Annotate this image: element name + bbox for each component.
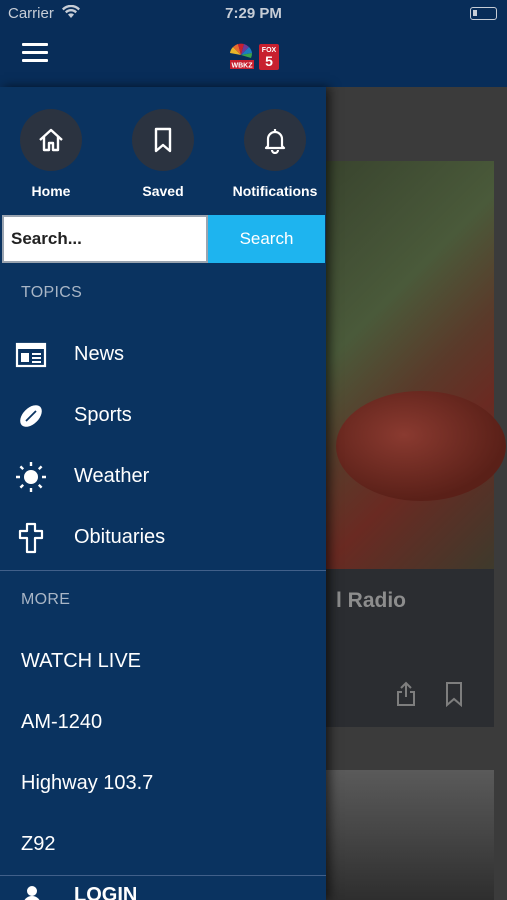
- notifications-label: Notifications: [232, 183, 318, 199]
- top-nav-bar: WBKZ FOX 5: [0, 28, 507, 87]
- hamburger-menu-icon[interactable]: [22, 43, 48, 63]
- cross-icon: [18, 522, 44, 554]
- topic-news[interactable]: News: [0, 325, 326, 386]
- user-icon: [24, 886, 40, 900]
- topic-weather[interactable]: Weather: [0, 447, 326, 508]
- bookmark-icon[interactable]: [444, 681, 464, 707]
- home-icon: [39, 128, 63, 152]
- topic-obituaries[interactable]: Obituaries: [0, 508, 326, 569]
- more-item-watch-live[interactable]: WATCH LIVE: [21, 650, 141, 673]
- battery-icon: [470, 7, 497, 20]
- football-icon: [20, 405, 42, 427]
- home-button[interactable]: Home: [0, 109, 106, 199]
- search-field[interactable]: [2, 215, 208, 263]
- home-icon-circle: [20, 109, 82, 171]
- divider: [0, 875, 326, 876]
- notifications-icon-circle: [244, 109, 306, 171]
- bookmark-icon: [154, 127, 172, 153]
- feed-background: l Radio: [326, 87, 507, 900]
- home-label: Home: [31, 183, 71, 199]
- login-label: LOGIN: [74, 884, 138, 900]
- topic-news-label: News: [74, 343, 125, 365]
- topic-sports-label: Sports: [74, 404, 132, 426]
- football-image: [336, 391, 506, 501]
- topics-heading: TOPICS: [21, 284, 83, 301]
- share-icon[interactable]: [396, 681, 416, 707]
- article-footer: l Radio: [326, 569, 494, 727]
- topic-sports[interactable]: Sports: [0, 386, 326, 447]
- topic-obituaries-label: Obituaries: [74, 526, 166, 548]
- station-logo: WBKZ FOX 5: [230, 43, 279, 70]
- svg-text:5: 5: [265, 53, 273, 69]
- notifications-button[interactable]: Notifications: [220, 109, 330, 199]
- more-item-highway-103-7[interactable]: Highway 103.7: [21, 772, 153, 795]
- saved-icon-circle: [132, 109, 194, 171]
- status-bar: Carrier 7:29 PM: [0, 0, 507, 28]
- svg-text:WBKZ: WBKZ: [232, 63, 254, 70]
- article-image: [326, 161, 506, 569]
- divider: [0, 570, 326, 571]
- navigation-drawer: Home Saved Notifications Search TOPICS N…: [0, 87, 326, 900]
- more-item-z92[interactable]: Z92: [21, 833, 55, 856]
- bell-icon: [264, 129, 286, 154]
- saved-label: Saved: [142, 183, 184, 199]
- search-input[interactable]: [4, 217, 206, 261]
- more-heading: MORE: [21, 591, 71, 608]
- clock: 7:29 PM: [225, 5, 282, 22]
- more-item-am-1240[interactable]: AM-1240: [21, 711, 102, 734]
- login-button[interactable]: LOGIN: [0, 879, 326, 900]
- newspaper-icon: [15, 342, 47, 368]
- search-button[interactable]: Search: [208, 215, 325, 263]
- article-image: [326, 770, 494, 900]
- topic-weather-label: Weather: [74, 465, 150, 487]
- article-title: l Radio: [336, 589, 407, 612]
- sun-icon: [16, 462, 46, 492]
- saved-button[interactable]: Saved: [108, 109, 218, 199]
